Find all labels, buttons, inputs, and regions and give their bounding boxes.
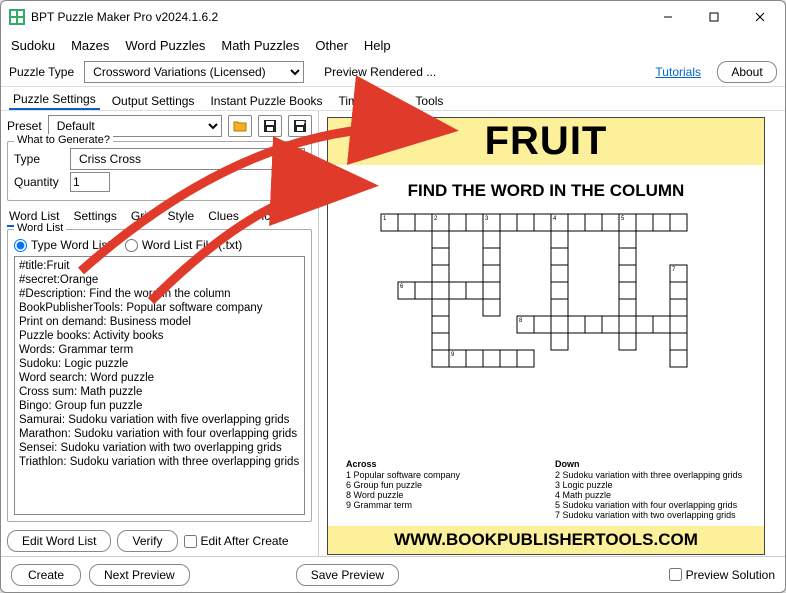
settings-panel: Preset Default + What to Generate? Type …	[1, 111, 319, 556]
across-clue: 9 Grammar term	[346, 500, 537, 510]
edit-word-list-button[interactable]: Edit Word List	[7, 530, 111, 552]
down-clue: 4 Math puzzle	[555, 490, 746, 500]
tab-puzzle-settings[interactable]: Puzzle Settings	[9, 90, 100, 110]
across-clue: 8 Word puzzle	[346, 490, 537, 500]
save-icon	[264, 120, 276, 132]
across-clues: Across 1 Popular software company6 Group…	[346, 459, 537, 520]
tab-time-saver[interactable]: Time Saver	[335, 92, 404, 110]
app-icon	[9, 9, 25, 25]
type-word-list-radio[interactable]: Type Word List	[14, 238, 111, 252]
down-clue: 3 Logic puzzle	[555, 480, 746, 490]
down-clue: 7 Sudoku variation with two overlapping …	[555, 510, 746, 520]
preview-title: FRUIT	[328, 119, 764, 164]
app-window: BPT Puzzle Maker Pro v2024.1.6.2 Sudoku M…	[0, 0, 786, 593]
close-button[interactable]	[737, 1, 783, 33]
menu-sudoku[interactable]: Sudoku	[11, 38, 55, 53]
create-button[interactable]: Create	[11, 564, 81, 586]
what-to-generate-group: What to Generate? Type Criss Cross Quant…	[7, 141, 312, 201]
minimize-button[interactable]	[645, 1, 691, 33]
menu-mazes[interactable]: Mazes	[71, 38, 109, 53]
tutorials-link[interactable]: Tutorials	[655, 65, 701, 79]
preview-panel: FRUIT FIND THE WORD IN THE COLUMN 123456…	[319, 111, 785, 556]
save-preset-button[interactable]	[258, 115, 282, 137]
word-list-textarea[interactable]: #title:Fruit#secret:Orange#Description: …	[14, 256, 305, 515]
edit-after-create-checkbox[interactable]: Edit After Create	[184, 534, 289, 548]
svg-text:+: +	[303, 120, 306, 126]
titlebar-title: BPT Puzzle Maker Pro v2024.1.6.2	[31, 10, 645, 24]
tab-tools[interactable]: Tools	[411, 92, 447, 110]
quantity-stepper[interactable]	[70, 172, 110, 192]
next-preview-button[interactable]: Next Preview	[89, 564, 190, 586]
down-clues: Down 2 Sudoku variation with three overl…	[555, 459, 746, 520]
menu-word-puzzles[interactable]: Word Puzzles	[125, 38, 205, 53]
across-clue: 1 Popular software company	[346, 470, 537, 480]
subtab-dict[interactable]: Dict	[251, 207, 276, 227]
save-as-icon: +	[294, 120, 306, 132]
about-button[interactable]: About	[717, 61, 777, 83]
preview-status-text: Preview Rendered ...	[324, 65, 436, 79]
tab-output-settings[interactable]: Output Settings	[108, 92, 199, 110]
down-clue: 2 Sudoku variation with three overlappin…	[555, 470, 746, 480]
word-list-file-radio[interactable]: Word List File (.txt)	[125, 238, 242, 252]
subtab-style[interactable]: Style	[166, 207, 197, 227]
type-label: Type	[14, 152, 64, 166]
down-clue: 5 Sudoku variation with four overlapping…	[555, 500, 746, 510]
menu-other[interactable]: Other	[315, 38, 348, 53]
quantity-label: Quantity	[14, 175, 64, 189]
preview-title-band: FRUIT	[328, 118, 764, 165]
open-preset-button[interactable]	[228, 115, 252, 137]
puzzle-type-combo[interactable]: Crossword Variations (Licensed)	[84, 61, 304, 83]
titlebar: BPT Puzzle Maker Pro v2024.1.6.2	[1, 1, 785, 33]
puzzle-type-label: Puzzle Type	[9, 65, 74, 79]
subtab-clues[interactable]: Clues	[206, 207, 241, 227]
menu-help[interactable]: Help	[364, 38, 391, 53]
subtab-settings[interactable]: Settings	[71, 207, 118, 227]
main-tabs: Puzzle Settings Output Settings Instant Pu…	[1, 87, 785, 111]
verify-button[interactable]: Verify	[117, 530, 177, 552]
menubar: Sudoku Mazes Word Puzzles Math Puzzles Other…	[1, 33, 785, 57]
preview-subtitle: FIND THE WORD IN THE COLUMN	[328, 181, 764, 201]
type-combo[interactable]: Criss Cross	[70, 148, 305, 170]
crossword-grid: 123456789	[328, 209, 764, 457]
word-list-legend: Word List	[14, 222, 66, 234]
save-preview-button[interactable]: Save Preview	[296, 564, 399, 586]
maximize-button[interactable]	[691, 1, 737, 33]
preview-page: FRUIT FIND THE WORD IN THE COLUMN 123456…	[327, 117, 765, 555]
word-list-group: Word List Type Word List Word List File …	[7, 229, 312, 522]
main-content: Preset Default + What to Generate? Type …	[1, 111, 785, 556]
preview-footer: WWW.BOOKPUBLISHERTOOLS.COM	[328, 526, 764, 554]
clues-area: Across 1 Popular software company6 Group…	[328, 457, 764, 526]
menu-math-puzzles[interactable]: Math Puzzles	[221, 38, 299, 53]
preview-solution-checkbox[interactable]: Preview Solution	[669, 568, 775, 582]
toolbar: Puzzle Type Crossword Variations (Licens…	[1, 57, 785, 87]
footer-bar: Create Next Preview Save Preview Preview…	[1, 556, 785, 592]
across-clue: 6 Group fun puzzle	[346, 480, 537, 490]
save-preset-as-button[interactable]: +	[288, 115, 312, 137]
folder-open-icon	[233, 120, 247, 132]
tab-instant-puzzle-books[interactable]: Instant Puzzle Books	[206, 92, 326, 110]
what-to-generate-legend: What to Generate?	[14, 134, 113, 146]
preset-label: Preset	[7, 119, 42, 133]
subtab-grid[interactable]: Grid	[129, 207, 156, 227]
